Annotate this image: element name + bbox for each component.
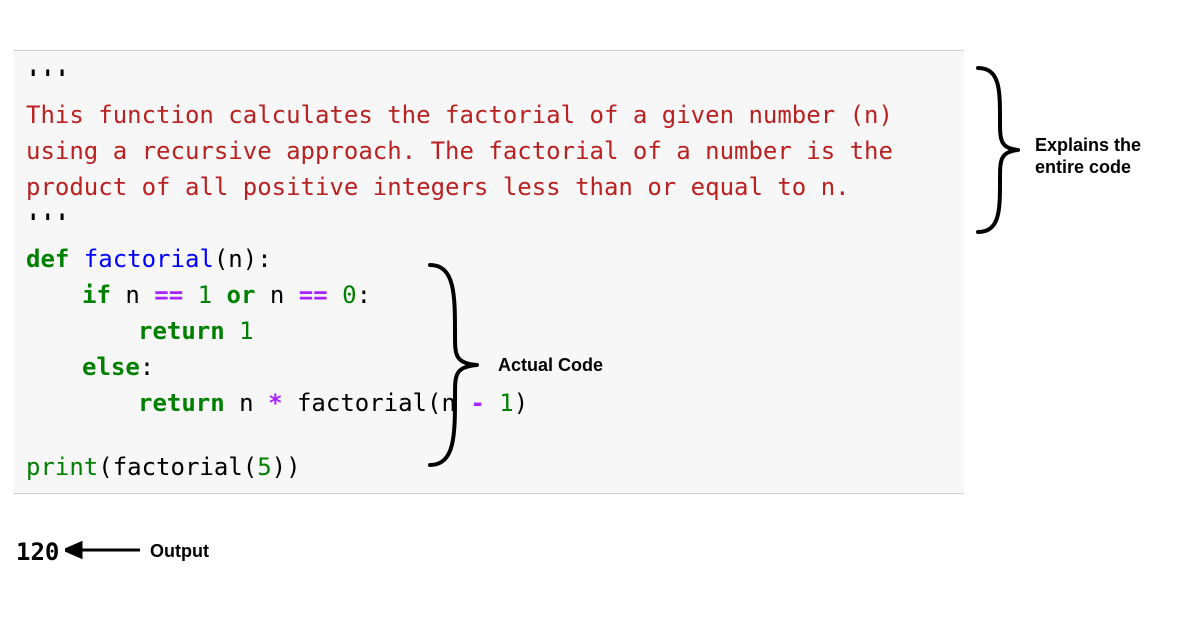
docstring-line-1: This function calculates the factorial o…	[26, 97, 952, 133]
docstring-line-3: product of all positive integers less th…	[26, 169, 952, 205]
output-value: 120	[16, 538, 59, 566]
annotation-explains: Explains the entire code	[1035, 135, 1141, 178]
docstring-close: '''	[26, 209, 69, 237]
docstring-open: '''	[26, 65, 69, 93]
brace-icon-actual-code	[420, 255, 490, 475]
brace-icon-explains	[970, 60, 1030, 240]
annotation-actual-code: Actual Code	[498, 355, 603, 377]
annotation-output: Output	[150, 541, 209, 563]
docstring-line-2: using a recursive approach. The factoria…	[26, 133, 952, 169]
arrow-icon-output	[65, 540, 145, 560]
